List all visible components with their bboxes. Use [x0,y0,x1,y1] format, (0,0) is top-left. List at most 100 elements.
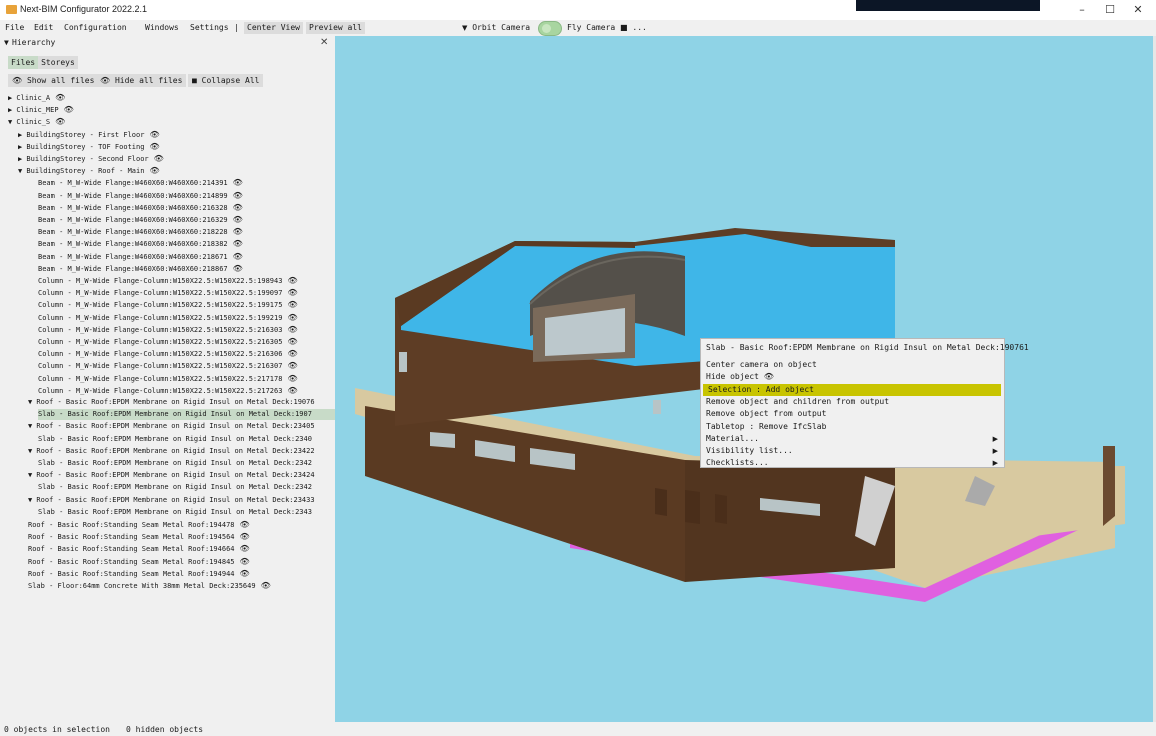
tree-row[interactable]: Roof - Basic Roof:Standing Seam Metal Ro… [28,568,250,579]
tree-row[interactable]: Column - M_W-Wide Flange-Column:W150X22.… [38,299,298,310]
tree-row[interactable]: ▶ BuildingStorey - TOF Footing 👁 [18,141,160,152]
visibility-eye-icon[interactable]: 👁 [240,543,250,554]
camera-mode-toggle[interactable] [538,21,562,36]
tree-row[interactable]: ▼ BuildingStorey - Roof - Main 👁 [18,165,160,176]
tree-row[interactable]: Beam - M_W-Wide Flange:W460X60:W460X60:2… [38,263,243,274]
tree-row[interactable]: ▼ Roof - Basic Roof:EPDM Membrane on Rig… [28,397,315,408]
hide-all-files-button[interactable]: 👁 Hide all files [96,74,187,87]
tree-row[interactable]: ▼ Clinic_S 👁 [8,116,65,127]
visibility-eye-icon[interactable]: 👁 [287,385,297,396]
tree-row[interactable]: Beam - M_W-Wide Flange:W460X60:W460X60:2… [38,251,243,262]
minimize-button[interactable]: – [1072,2,1092,18]
panel-close-icon[interactable]: ✕ [320,37,328,48]
context-menu-item[interactable]: Checklists... ▶ [701,457,1004,469]
tree-row[interactable]: Slab - Basic Roof:EPDM Membrane on Rigid… [38,482,312,493]
menu-settings[interactable]: Settings [190,22,229,34]
tab-files[interactable]: Files [8,56,39,69]
visibility-eye-icon[interactable]: 👁 [287,373,297,384]
visibility-eye-icon[interactable]: 👁 [149,141,159,152]
visibility-eye-icon[interactable]: 👁 [149,165,159,176]
visibility-eye-icon[interactable]: 👁 [233,214,243,225]
context-menu-item[interactable]: Remove object from output [701,408,1004,420]
visibility-eye-icon[interactable]: 👁 [64,104,74,115]
visibility-eye-icon[interactable]: 👁 [233,251,243,262]
fly-camera-label[interactable]: Fly Camera [567,22,615,34]
camera-menu[interactable]: ■ ... [620,22,647,34]
tree-row[interactable]: Column - M_W-Wide Flange-Column:W150X22.… [38,348,298,359]
tree-row[interactable]: Beam - M_W-Wide Flange:W460X60:W460X60:2… [38,226,243,237]
tree-row[interactable]: ▶ BuildingStorey - Second Floor 👁 [18,153,164,164]
visibility-eye-icon[interactable]: 👁 [287,312,297,323]
tree-row[interactable]: Roof - Basic Roof:Standing Seam Metal Ro… [28,543,250,554]
collapse-all-button[interactable]: ■ Collapse All [188,74,264,87]
visibility-eye-icon[interactable]: 👁 [287,299,297,310]
visibility-eye-icon[interactable]: 👁 [233,177,243,188]
tree-row[interactable]: Slab - Basic Roof:EPDM Membrane on Rigid… [38,434,312,445]
tree-row[interactable]: Slab - Basic Roof:EPDM Membrane on Rigid… [38,409,335,421]
visibility-eye-icon[interactable]: 👁 [287,336,297,347]
tree-row[interactable]: Beam - M_W-Wide Flange:W460X60:W460X60:2… [38,238,243,249]
visibility-eye-icon[interactable]: 👁 [233,202,243,213]
visibility-eye-icon[interactable]: 👁 [287,348,297,359]
context-menu-item[interactable]: Center camera on object [701,359,1004,371]
menu-edit[interactable]: Edit [34,22,53,34]
visibility-eye-icon[interactable]: 👁 [287,287,297,298]
tree-row[interactable]: ▼ Roof - Basic Roof:EPDM Membrane on Rig… [28,495,315,506]
close-button[interactable]: ✕ [1128,2,1148,18]
visibility-eye-icon[interactable]: 👁 [240,531,250,542]
visibility-eye-icon[interactable]: 👁 [287,275,297,286]
visibility-eye-icon[interactable]: 👁 [149,129,159,140]
visibility-eye-icon[interactable]: 👁 [154,153,164,164]
tree-row[interactable]: Column - M_W-Wide Flange-Column:W150X22.… [38,385,298,396]
visibility-eye-icon[interactable]: 👁 [287,324,297,335]
visibility-eye-icon[interactable]: 👁 [261,580,271,591]
menu-configuration[interactable]: Configuration [64,22,127,34]
tree-row[interactable]: Slab - Basic Roof:EPDM Membrane on Rigid… [38,507,312,518]
tree-row[interactable]: Column - M_W-Wide Flange-Column:W150X22.… [38,373,298,384]
visibility-eye-icon[interactable]: 👁 [240,568,250,579]
tree-row[interactable]: ▶ BuildingStorey - First Floor 👁 [18,129,160,140]
tree-row[interactable]: ▶ Clinic_A 👁 [8,92,65,103]
tree-row[interactable]: Slab - Basic Roof:EPDM Membrane on Rigid… [38,458,312,469]
context-menu-item[interactable]: Material... ▶ [701,433,1004,445]
preview-all-button[interactable]: Preview all [306,22,365,34]
tree-row[interactable]: Column - M_W-Wide Flange-Column:W150X22.… [38,336,298,347]
tree-row[interactable]: Beam - M_W-Wide Flange:W460X60:W460X60:2… [38,202,243,213]
tree-row[interactable]: Column - M_W-Wide Flange-Column:W150X22.… [38,312,298,323]
visibility-eye-icon[interactable]: 👁 [233,226,243,237]
tree-row[interactable]: ▼ Roof - Basic Roof:EPDM Membrane on Rig… [28,446,315,457]
visibility-eye-icon[interactable]: 👁 [55,116,65,127]
context-menu-item[interactable]: Remove object and children from output [701,396,1004,408]
visibility-eye-icon[interactable]: 👁 [287,360,297,371]
context-menu-item[interactable]: Visibility list... ▶ [701,445,1004,457]
tree-row[interactable]: Column - M_W-Wide Flange-Column:W150X22.… [38,360,298,371]
tree-row[interactable]: ▼ Roof - Basic Roof:EPDM Membrane on Rig… [28,421,315,432]
tree-row[interactable]: Beam - M_W-Wide Flange:W460X60:W460X60:2… [38,190,243,201]
tree-row[interactable]: Column - M_W-Wide Flange-Column:W150X22.… [38,275,298,286]
maximize-button[interactable]: ☐ [1100,2,1120,18]
show-all-files-button[interactable]: 👁 Show all files [8,74,99,87]
context-menu-item[interactable]: Hide object 👁 [701,371,1004,383]
visibility-eye-icon[interactable]: 👁 [55,92,65,103]
collapse-arrow-icon[interactable]: ▼ [4,38,9,47]
center-view-button[interactable]: Center View [244,22,303,34]
visibility-eye-icon[interactable]: 👁 [233,238,243,249]
tree-row[interactable]: ▶ Clinic_MEP 👁 [8,104,74,115]
context-menu-item[interactable]: Selection : Add object [703,383,1001,396]
tree-row[interactable]: Beam - M_W-Wide Flange:W460X60:W460X60:2… [38,177,243,188]
orbit-camera-label[interactable]: ▼ Orbit Camera [462,22,530,34]
menu-file[interactable]: File [5,22,24,34]
visibility-eye-icon[interactable]: 👁 [240,556,250,567]
tree-row[interactable]: Roof - Basic Roof:Standing Seam Metal Ro… [28,531,250,542]
visibility-eye-icon[interactable]: 👁 [233,190,243,201]
visibility-eye-icon[interactable]: 👁 [233,263,243,274]
tree-row[interactable]: Roof - Basic Roof:Standing Seam Metal Ro… [28,519,250,530]
tree-row[interactable]: Slab - Floor:64mm Concrete With 38mm Met… [28,580,271,591]
tree-row[interactable]: Roof - Basic Roof:Standing Seam Metal Ro… [28,556,250,567]
tree-row[interactable]: Column - M_W-Wide Flange-Column:W150X22.… [38,287,298,298]
menu-windows[interactable]: Windows [145,22,179,34]
visibility-eye-icon[interactable]: 👁 [240,519,250,530]
tab-storeys[interactable]: Storeys [38,56,78,69]
tree-row[interactable]: Beam - M_W-Wide Flange:W460X60:W460X60:2… [38,214,243,225]
tree-row[interactable]: Column - M_W-Wide Flange-Column:W150X22.… [38,324,298,335]
